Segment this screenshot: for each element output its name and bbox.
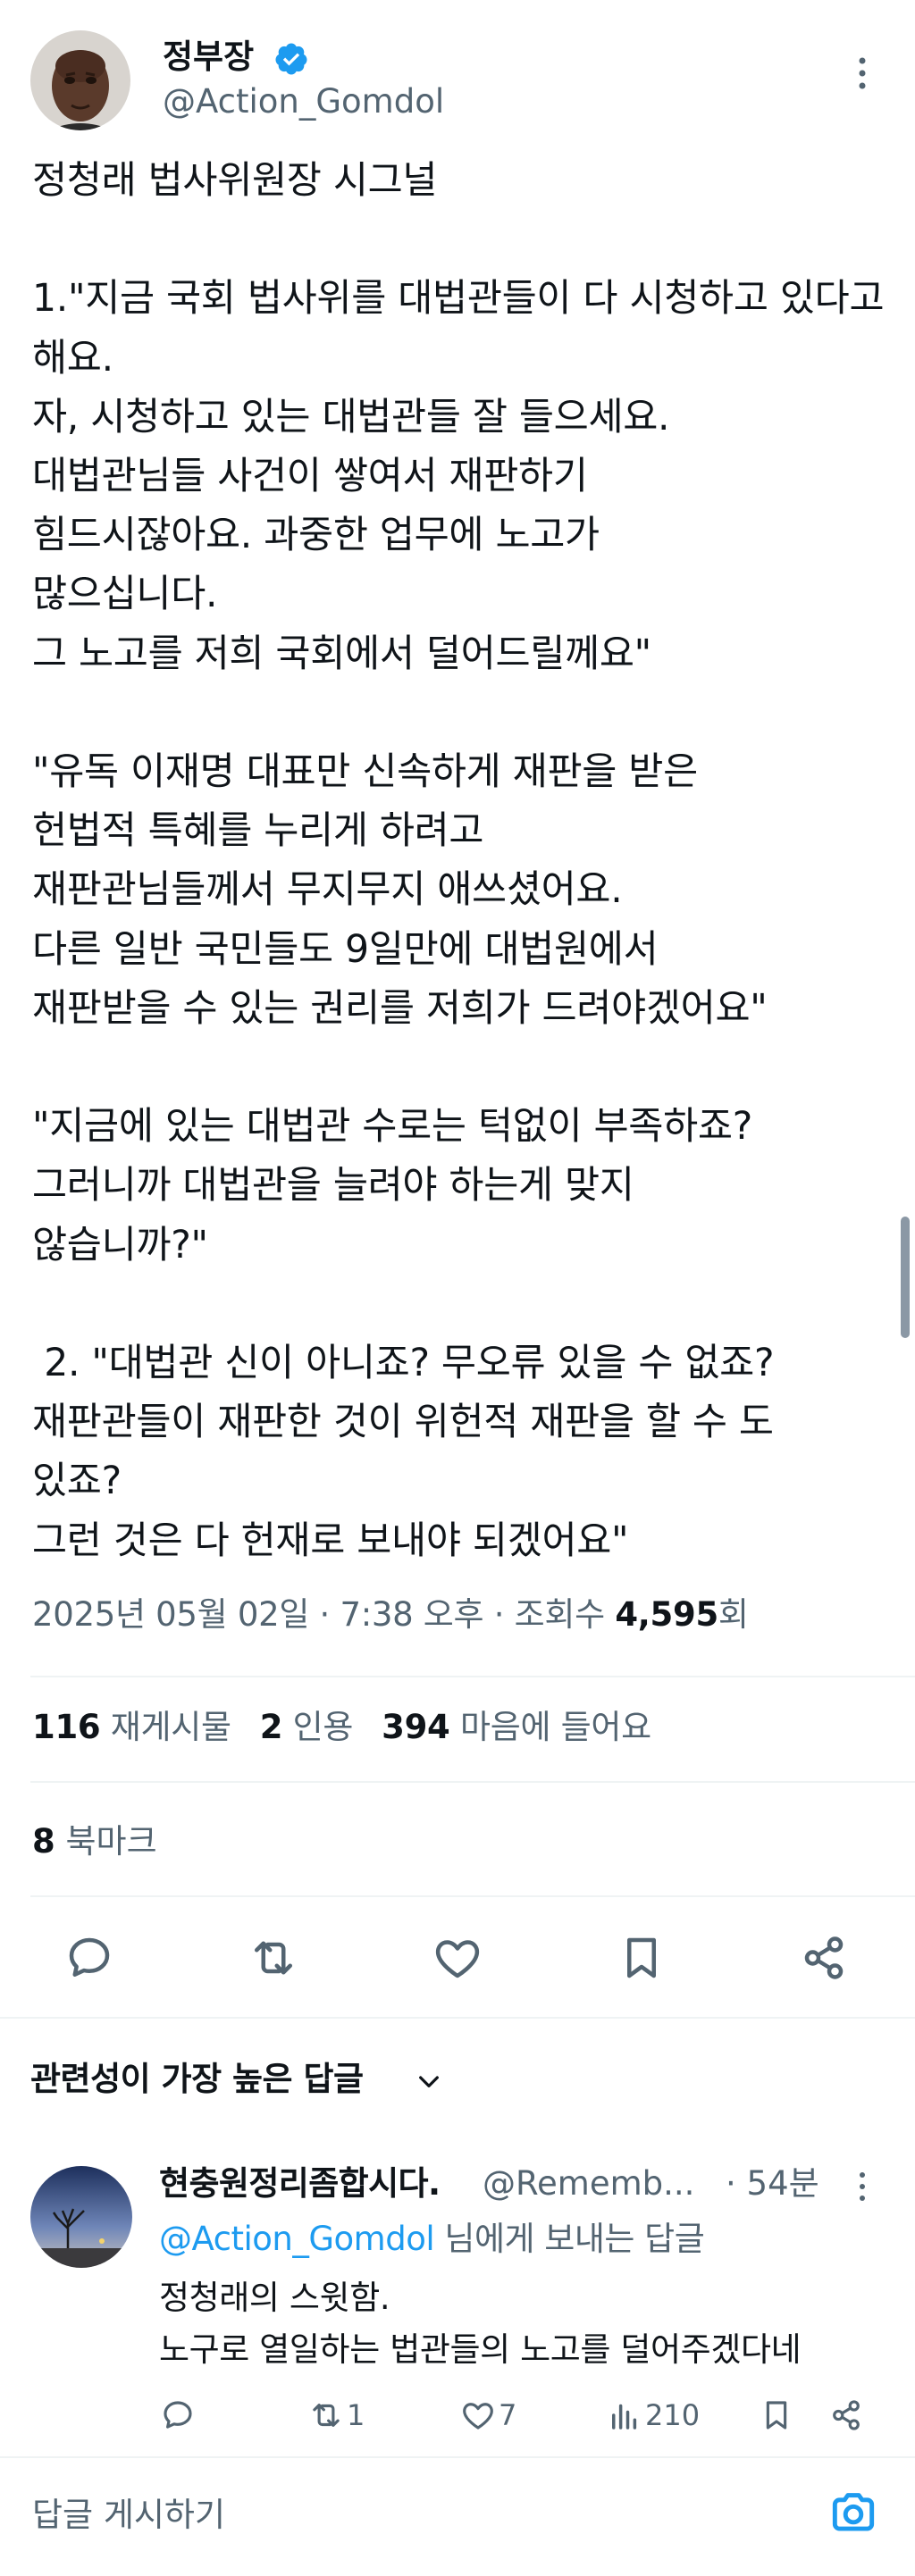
like-button[interactable] (431, 1931, 484, 1985)
post-timestamp-views: 2025년 05월 02일 · 7:38 오후 · 조회수 4,595회 (32, 1592, 749, 1638)
author-avatar[interactable] (30, 30, 130, 130)
camera-icon[interactable] (826, 2485, 881, 2540)
divider (30, 1676, 915, 1677)
author-display-name[interactable]: 정부장 (163, 38, 254, 77)
reply-reply-button[interactable] (159, 2394, 197, 2437)
views-icon (612, 2404, 637, 2430)
reply-repost-count: 1 (347, 2398, 365, 2432)
bookmark-icon (766, 2401, 787, 2430)
replying-to: @Action_Gomdol 님에게 보내는 답글 (159, 2217, 705, 2262)
scrollbar[interactable] (901, 1217, 910, 1338)
views-suffix: 회 (718, 1595, 749, 1634)
divider (30, 1781, 915, 1783)
divider (30, 1895, 915, 1897)
repost-icon (255, 1941, 292, 1975)
quotes-stat[interactable]: 2 인용 (260, 1708, 354, 1746)
reply-icon (69, 1937, 110, 1977)
reposts-stat[interactable]: 116 재게시물 (32, 1708, 231, 1746)
mention-link[interactable]: @Action_Gomdol (159, 2220, 435, 2258)
reply-text: 정청래의 스윗함. 노구로 열일하는 법관들의 노고를 덜어주겠다네 (159, 2279, 802, 2369)
chevron-down-icon[interactable] (415, 2067, 443, 2095)
reply-bookmark-button[interactable] (758, 2394, 795, 2437)
reply-author-handle[interactable]: @Rememb... (483, 2162, 694, 2206)
more-vertical-icon[interactable] (851, 2169, 874, 2204)
repost-button[interactable] (247, 1931, 300, 1985)
reply-button[interactable] (63, 1931, 116, 1985)
reply-share-button[interactable] (827, 2394, 865, 2437)
likes-stat[interactable]: 394 마음에 들어요 (382, 1708, 651, 1746)
replies-sort-label[interactable]: 관련성이 가장 높은 답글 (30, 2056, 364, 2103)
share-button[interactable] (797, 1931, 851, 1985)
bookmark-icon (627, 1937, 656, 1978)
reply-like-count: 7 (499, 2398, 517, 2432)
reply-views-count: 210 (645, 2398, 701, 2432)
author-handle[interactable]: @Action_Gomdol (163, 82, 444, 121)
divider (0, 2456, 915, 2458)
timestamp[interactable]: 2025년 05월 02일 · 7:38 오후 · 조회수 (32, 1595, 615, 1634)
divider (0, 2017, 915, 2019)
views-count: 4,595 (615, 1595, 718, 1634)
bookmarks-stat[interactable]: 8 북마크 (32, 1819, 157, 1865)
bookmark-button[interactable] (615, 1931, 668, 1985)
post-text: 정청래 법사위원장 시그널 1."지금 국회 법사위를 대법관들이 다 시청하고… (32, 159, 885, 1563)
reply-like-button[interactable]: 7 (459, 2394, 516, 2437)
reply-compose-input[interactable]: 답글 게시하기 (32, 2492, 225, 2538)
reply-views-button[interactable]: 210 (606, 2394, 700, 2437)
share-icon (833, 2400, 860, 2430)
more-vertical-icon[interactable] (849, 54, 876, 93)
reply-avatar[interactable] (30, 2166, 132, 2268)
repost-icon (313, 2404, 340, 2427)
heart-icon (435, 1940, 480, 1978)
reply-repost-button[interactable]: 1 (307, 2394, 365, 2437)
replying-to-label: 님에게 보내는 답글 (434, 2220, 705, 2258)
post-stats: 116 재게시물 2 인용 394 마음에 들어요 (32, 1704, 651, 1751)
verified-badge-icon (273, 41, 309, 77)
share-icon (804, 1936, 844, 1979)
heart-icon (463, 2403, 493, 2430)
reply-icon (164, 2401, 192, 2429)
reply-author-name[interactable]: 현충원정리좀합시다. (159, 2162, 441, 2206)
reply-time[interactable]: · 54분 (726, 2162, 819, 2206)
